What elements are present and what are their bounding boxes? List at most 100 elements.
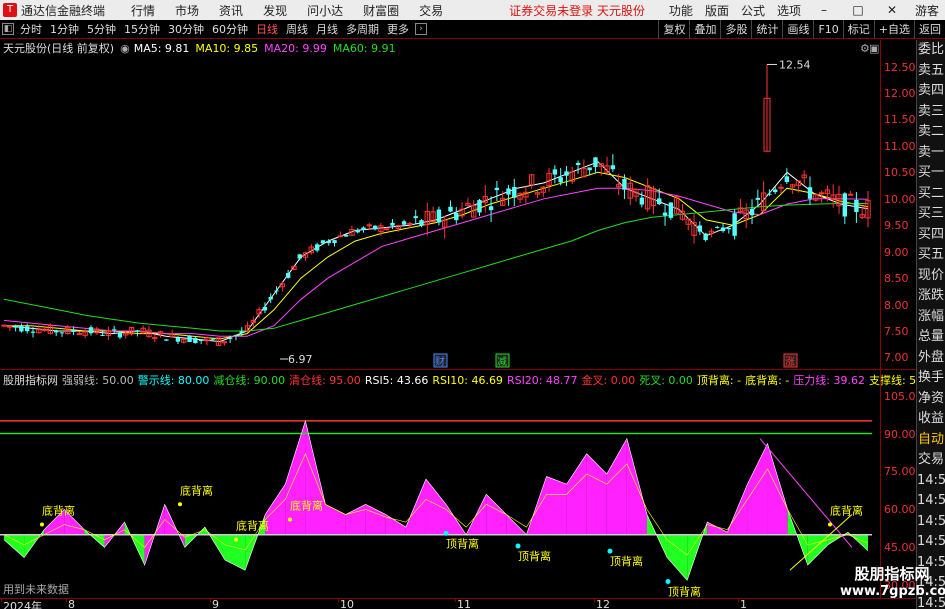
period-multi[interactable]: 多周期	[342, 21, 383, 37]
sidebar-tab[interactable]: 买五	[917, 245, 945, 266]
multi-stock-button[interactable]: 多股	[720, 20, 751, 39]
sidebar-tab[interactable]: 涨跌	[917, 286, 945, 307]
menu-assistant[interactable]: 问小达	[307, 2, 343, 19]
sidebar-tab[interactable]: 总量	[917, 327, 945, 348]
indicator-value: 压力线: 39.62	[793, 374, 865, 387]
login-warning[interactable]: 证券交易未登录 天元股份	[509, 2, 645, 19]
period-60min[interactable]: 60分钟	[208, 21, 252, 37]
price-tick: 12.00	[884, 87, 916, 101]
candle-body	[703, 233, 708, 241]
period-more[interactable]: 更多	[383, 21, 413, 37]
candle-body	[53, 330, 59, 333]
menubar: T 通达信金融终端 行情 市场 资讯 发现 问小达 财富圈 交易 证券交易未登录…	[0, 0, 945, 20]
indicator-name[interactable]: 股朋指标网	[3, 372, 58, 388]
ma20-value: MA20: 9.99	[264, 41, 327, 55]
menu-market[interactable]: 市场	[175, 2, 199, 19]
adjust-button[interactable]: 复权	[658, 20, 689, 39]
sidebar-tab[interactable]: 买四	[917, 225, 945, 246]
back-button[interactable]: 返回	[914, 20, 945, 39]
menu-layout[interactable]: 版面	[705, 2, 729, 19]
top-divergence-dot	[443, 530, 449, 536]
sidebar-tab[interactable]: 14:56	[917, 471, 945, 492]
menu-quotes[interactable]: 行情	[131, 2, 155, 19]
close-icon[interactable]: ✕	[881, 3, 903, 17]
maximize-icon[interactable]: □	[847, 3, 869, 17]
rsi-indicator-chart[interactable]: 底背离 底背离 底背离 底背离 底背离 顶背离 顶背离 顶背离 顶背离	[0, 388, 880, 598]
panel-divider[interactable]	[0, 369, 916, 370]
sidebar-tab[interactable]: 卖五	[917, 61, 945, 82]
period-toolbar: ◧ 分时 1分钟 5分钟 15分钟 30分钟 60分钟 日线 周线 月线 多周期…	[0, 20, 945, 39]
menu-discover[interactable]: 发现	[263, 2, 287, 19]
sidebar-tab[interactable]: 14:56	[917, 512, 945, 533]
overlay-button[interactable]: 叠加	[689, 20, 720, 39]
sidebar-tab[interactable]: 换手	[917, 368, 945, 389]
grid-toggle-icon[interactable]: ◧	[2, 23, 14, 35]
sidebar-tab[interactable]: 收益	[917, 409, 945, 430]
sidebar-tab[interactable]: 涨幅	[917, 307, 945, 328]
draw-line-button[interactable]: 画线	[782, 20, 813, 39]
period-monthly[interactable]: 月线	[312, 21, 342, 37]
candle-body	[390, 222, 395, 226]
sidebar-tab[interactable]: 卖二	[917, 122, 945, 143]
menu-options[interactable]: 选项	[777, 2, 801, 19]
mark-button[interactable]: 标记	[842, 20, 874, 39]
add-watchlist-button[interactable]: +自选	[873, 20, 914, 39]
dropdown-icon[interactable]: ◉	[120, 42, 130, 55]
sidebar-tab[interactable]: 现价	[917, 266, 945, 287]
menu-function[interactable]: 功能	[669, 2, 693, 19]
sidebar-tab[interactable]: 买一	[917, 163, 945, 184]
sidebar-tab[interactable]: 买二	[917, 184, 945, 205]
candle-body	[494, 187, 500, 191]
period-5min[interactable]: 5分钟	[83, 21, 120, 37]
period-1min[interactable]: 1分钟	[46, 21, 83, 37]
rsi-above-area	[747, 443, 768, 535]
candle-body	[193, 337, 198, 344]
period-30min[interactable]: 30分钟	[164, 21, 208, 37]
candle-body	[111, 329, 117, 331]
menu-formula[interactable]: 公式	[741, 2, 765, 19]
candle-body	[285, 273, 291, 278]
candle-body	[506, 188, 511, 195]
minimize-icon[interactable]: –	[813, 3, 835, 17]
candle-body	[622, 178, 627, 190]
candle-body	[239, 331, 244, 334]
period-weekly[interactable]: 周线	[282, 21, 312, 37]
minimize-panel-icon[interactable]: ▣	[869, 42, 879, 55]
price-tick: 7.50	[884, 324, 909, 338]
sidebar-tab[interactable]: 净资	[917, 389, 945, 410]
period-tick[interactable]: 分时	[16, 21, 46, 37]
menu-trade[interactable]: 交易	[419, 2, 443, 19]
candle-body	[274, 290, 279, 292]
candle-body	[512, 186, 517, 198]
sidebar-tab[interactable]: 外盘	[917, 348, 945, 369]
sidebar-tab[interactable]: 卖一	[917, 143, 945, 164]
period-15min[interactable]: 15分钟	[120, 21, 164, 37]
date-tick	[210, 599, 211, 602]
price-tick: 8.50	[884, 272, 909, 286]
candle-body	[71, 330, 76, 332]
event-label: 涨	[785, 356, 795, 368]
sidebar-tab[interactable]: 14:56	[917, 491, 945, 512]
sidebar-tab[interactable]: 交易	[917, 450, 945, 471]
candlestick-chart[interactable]: 12.54 6.97 财 减 涨	[0, 56, 880, 368]
sidebar-tab[interactable]: 委比	[917, 40, 945, 61]
guest-label[interactable]: 游客	[915, 2, 939, 19]
candle-body	[361, 227, 366, 230]
chevron-right-icon[interactable]: ›	[415, 23, 427, 35]
candle-body	[784, 176, 790, 182]
candle-body	[419, 220, 424, 226]
sidebar-tab[interactable]: 14:56	[917, 532, 945, 553]
sidebar-tab[interactable]: 卖四	[917, 81, 945, 102]
candle-body	[732, 213, 737, 236]
menu-wealth-circle[interactable]: 财富圈	[363, 2, 399, 19]
candle-body	[187, 335, 192, 343]
stats-button[interactable]: 统计	[751, 20, 782, 39]
menu-news[interactable]: 资讯	[219, 2, 243, 19]
period-daily[interactable]: 日线	[252, 21, 282, 37]
f10-button[interactable]: F10	[813, 20, 842, 39]
sidebar-tab[interactable]: 买三	[917, 204, 945, 225]
stock-title[interactable]: 天元股份(日线 前复权)	[3, 40, 114, 56]
sidebar-tab[interactable]: 卖三	[917, 102, 945, 123]
sidebar-tab[interactable]: 自动	[917, 430, 945, 451]
top-divergence-dot	[665, 578, 671, 584]
